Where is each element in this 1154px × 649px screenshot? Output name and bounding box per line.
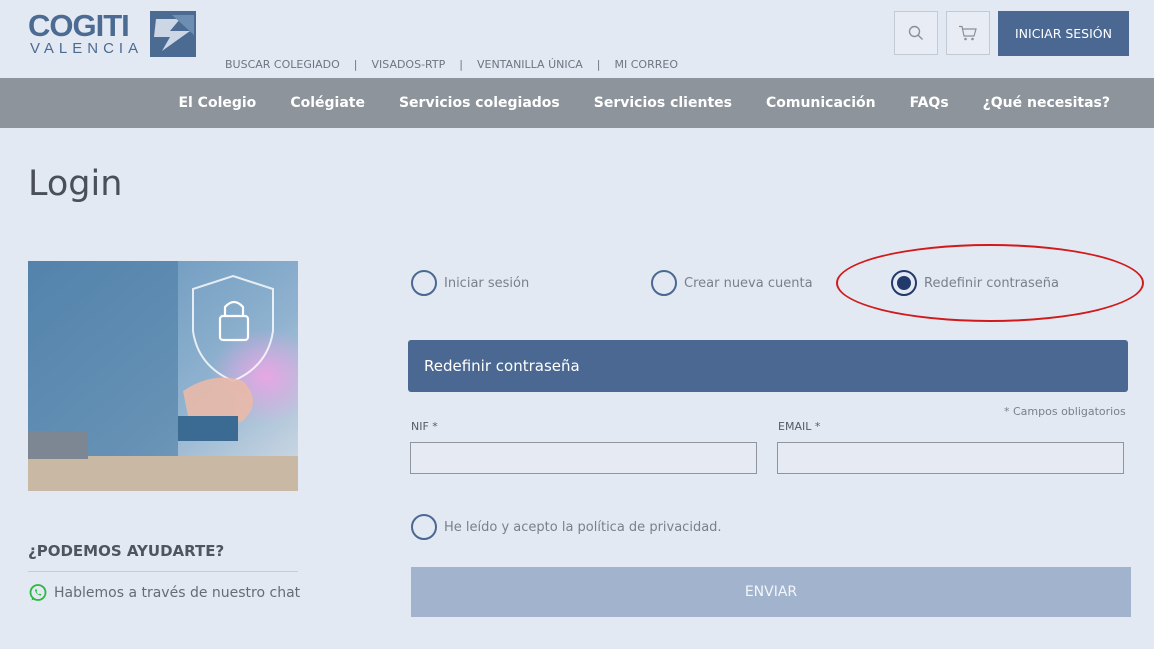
option-crear-cuenta[interactable]: Crear nueva cuenta [651, 270, 813, 296]
top-link-ventanilla[interactable]: VENTANILLA ÚNICA [477, 58, 583, 71]
nav-item-el-colegio[interactable]: El Colegio [178, 95, 256, 111]
nav-item-colegiate[interactable]: Colégiate [290, 95, 365, 111]
privacy-label: He leído y acepto la política de privaci… [444, 519, 722, 535]
chat-text: Hablemos a través de nuestro chat [54, 585, 301, 601]
radio-circle[interactable] [651, 270, 677, 296]
separator: | [459, 58, 463, 71]
top-link-visados[interactable]: VISADOS-RTP [371, 58, 445, 71]
nif-label: NIF * [411, 420, 438, 433]
separator: | [353, 58, 358, 71]
option-label: Crear nueva cuenta [684, 275, 813, 291]
nav-item-que-necesitas[interactable]: ¿Qué necesitas? [983, 95, 1110, 111]
top-links: BUSCAR COLEGIADO | VISADOS-RTP | VENTANI… [225, 58, 678, 71]
search-button[interactable] [894, 11, 938, 55]
option-iniciar-sesion[interactable]: Iniciar sesión [411, 270, 529, 296]
required-note: * Campos obligatorios [1004, 405, 1126, 418]
divider [28, 571, 298, 572]
nav-item-comunicacion[interactable]: Comunicación [766, 95, 876, 111]
chat-link[interactable]: Hablemos a través de nuestro chat [28, 583, 300, 603]
highlight-annotation [836, 244, 1144, 322]
nif-field[interactable] [410, 442, 757, 474]
top-link-buscar-colegiado[interactable]: BUSCAR COLEGIADO [225, 58, 340, 71]
logo[interactable]: COGITI VALENCIA [28, 10, 198, 60]
help-title: ¿PODEMOS AYUDARTE? [28, 542, 225, 560]
whatsapp-icon [29, 584, 47, 601]
nav-item-servicios-clientes[interactable]: Servicios clientes [594, 95, 732, 111]
privacy-checkbox[interactable]: He leído y acepto la política de privaci… [411, 514, 722, 540]
logo-mark-icon [150, 11, 196, 57]
hero-image [28, 261, 298, 491]
main-nav: El Colegio Colégiate Servicios colegiado… [0, 78, 1154, 128]
email-label: EMAIL * [778, 420, 821, 433]
submit-button[interactable]: ENVIAR [411, 567, 1131, 617]
option-label: Iniciar sesión [444, 275, 530, 291]
section-header: Redefinir contraseña [408, 340, 1128, 392]
logo-sub-text: VALENCIA [30, 40, 144, 57]
login-button[interactable]: INICIAR SESIÓN [998, 11, 1129, 56]
page-title: Login [28, 164, 123, 204]
top-link-mi-correo[interactable]: MI CORREO [615, 58, 678, 71]
nav-item-servicios-colegiados[interactable]: Servicios colegiados [399, 95, 560, 111]
privacy-circle[interactable] [411, 514, 437, 540]
section-title: Redefinir contraseña [424, 357, 580, 375]
nav-item-faqs[interactable]: FAQs [910, 95, 949, 111]
radio-circle[interactable] [411, 270, 437, 296]
logo-main-text: COGITI [28, 8, 130, 43]
search-icon [908, 25, 923, 40]
separator: | [596, 58, 601, 71]
email-field[interactable] [777, 442, 1124, 474]
cart-icon [959, 25, 977, 41]
cart-button[interactable] [946, 11, 990, 55]
